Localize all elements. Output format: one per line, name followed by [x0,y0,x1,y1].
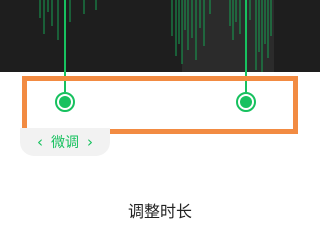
sheet-title: 调整时长 [127,202,192,221]
chevron-left-icon[interactable]: ‹ [37,134,43,150]
fine-tune-label: 微调 [51,135,79,151]
handle-dot [240,96,252,108]
trim-end-handle[interactable] [236,92,256,112]
trim-end-line [245,0,247,92]
trim-start-line [64,0,66,92]
handle-dot [59,96,71,108]
trim-start-handle[interactable] [55,92,75,112]
chevron-right-icon[interactable]: › [87,134,93,150]
waveform-bars [39,0,272,72]
audio-waveform[interactable] [0,0,320,72]
fine-tune-control[interactable]: ‹ 微调 › [20,128,110,156]
